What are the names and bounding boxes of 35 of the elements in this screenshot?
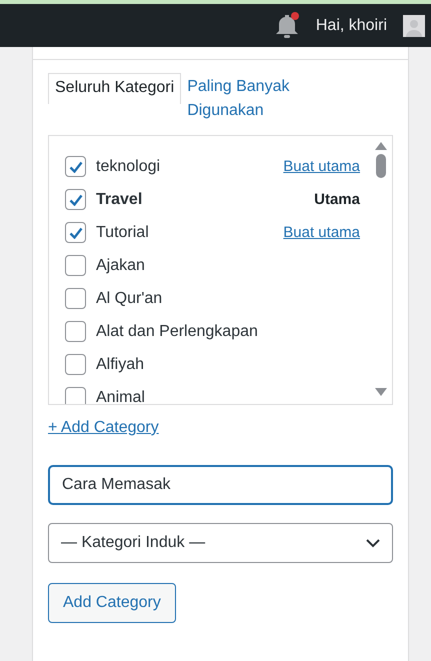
scrollbar-thumb[interactable] bbox=[376, 154, 386, 178]
check-icon bbox=[68, 160, 82, 172]
checkbox[interactable] bbox=[65, 354, 86, 375]
checkbox[interactable] bbox=[65, 222, 86, 243]
category-label: Ajakan bbox=[96, 256, 146, 274]
add-category-button[interactable]: Add Category bbox=[48, 583, 176, 623]
scroll-up-icon[interactable] bbox=[375, 142, 387, 150]
checkbox[interactable] bbox=[65, 321, 86, 342]
category-tab[interactable]: Seluruh Kategori bbox=[48, 73, 182, 104]
checkbox[interactable] bbox=[65, 288, 86, 309]
scroll-down-icon[interactable] bbox=[375, 388, 387, 396]
category-tab[interactable]: Paling Banyak Digunakan bbox=[181, 73, 314, 127]
make-primary-link[interactable]: Buat utama bbox=[283, 158, 360, 175]
check-icon bbox=[68, 226, 82, 238]
chevron-down-icon bbox=[366, 538, 380, 548]
check-icon bbox=[68, 194, 82, 206]
category-label: Alat dan Perlengkapan bbox=[96, 322, 259, 340]
checkbox[interactable] bbox=[65, 387, 86, 404]
category-label: Alfiyah bbox=[96, 356, 146, 374]
category-label: Tutorial bbox=[96, 224, 150, 242]
avatar-icon[interactable] bbox=[403, 14, 425, 36]
parent-category-select[interactable]: — Kategori Induk — bbox=[48, 523, 393, 563]
checkbox[interactable] bbox=[65, 189, 86, 210]
category-label: teknologi bbox=[96, 158, 162, 176]
add-category-link[interactable]: + Add Category bbox=[48, 419, 159, 437]
make-primary-link[interactable]: Buat utama bbox=[283, 224, 360, 241]
category-name-input[interactable]: Cara Memasak bbox=[48, 465, 393, 505]
category-label: Animal bbox=[96, 388, 146, 404]
primary-label: Utama bbox=[314, 191, 360, 208]
category-label: Al Qur'an bbox=[96, 290, 164, 308]
checkbox[interactable] bbox=[65, 255, 86, 276]
checkbox[interactable] bbox=[65, 156, 86, 177]
notification-bell-icon[interactable] bbox=[274, 12, 300, 40]
category-label: Travel bbox=[96, 190, 144, 208]
greeting-text[interactable]: Hai, khoiri bbox=[316, 16, 387, 34]
